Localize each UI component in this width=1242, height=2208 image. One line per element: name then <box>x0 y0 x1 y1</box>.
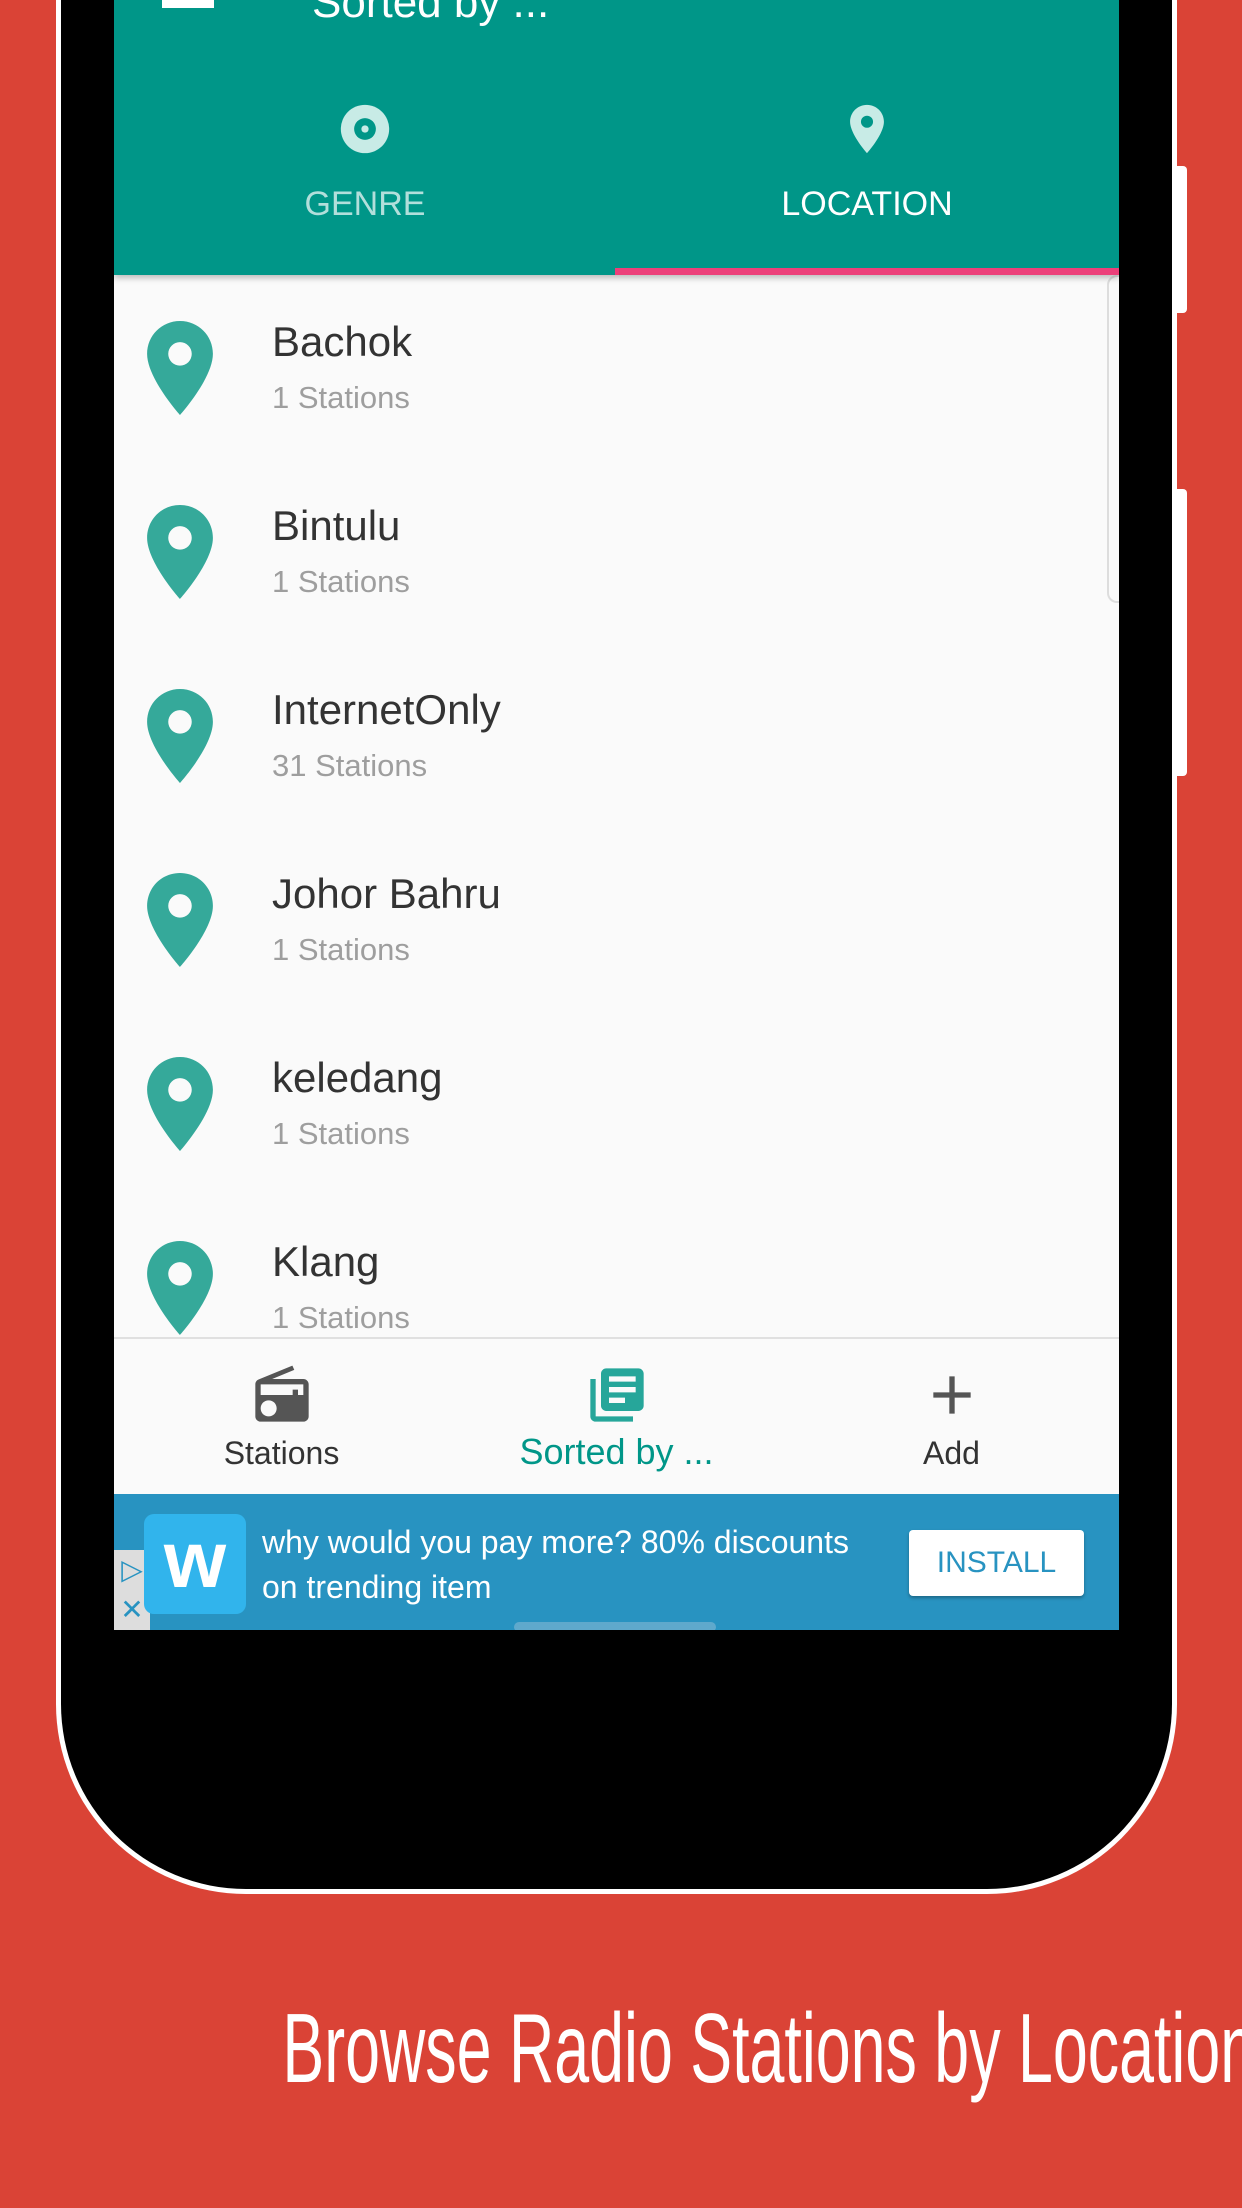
tab-genre[interactable]: GENRE <box>114 100 616 224</box>
bottom-navigation: Stations Sorted by ... Add <box>114 1337 1119 1494</box>
station-count: 1 Stations <box>272 932 410 967</box>
tab-indicator <box>615 268 1119 275</box>
list-item[interactable]: Bintulu 1 Stations <box>114 460 1119 644</box>
phone-side-button <box>1177 489 1187 776</box>
location-pin-icon <box>147 689 213 783</box>
nav-sorted-by[interactable]: Sorted by ... <box>449 1339 784 1496</box>
location-name: Klang <box>272 1238 380 1285</box>
location-name: InternetOnly <box>272 686 501 733</box>
location-name: keledang <box>272 1054 443 1101</box>
hamburger-icon[interactable] <box>162 0 214 8</box>
app-bar: Sorted by ... GENRE LOCATION <box>114 0 1119 275</box>
location-name: Bintulu <box>272 502 401 549</box>
station-count: 31 Stations <box>272 748 428 783</box>
location-pin-icon <box>147 321 213 415</box>
caption: Browse Radio Stations by Locations <box>282 1993 1242 2103</box>
ad-text: why would you pay more? 80% discounts on … <box>262 1524 849 1605</box>
install-button[interactable]: INSTALL <box>909 1530 1084 1596</box>
location-pin-icon <box>147 1057 213 1151</box>
list-item[interactable]: Johor Bahru 1 Stations <box>114 828 1119 1012</box>
list-item[interactable]: InternetOnly 31 Stations <box>114 644 1119 828</box>
location-pin-icon <box>850 104 884 154</box>
tab-location[interactable]: LOCATION <box>616 100 1118 224</box>
station-count: 1 Stations <box>272 1300 410 1335</box>
plus-icon <box>932 1376 971 1414</box>
radio-icon <box>254 1365 309 1422</box>
ad-logo: w <box>144 1514 246 1614</box>
location-name: Johor Bahru <box>272 870 501 917</box>
list-item[interactable]: keledang 1 Stations <box>114 1012 1119 1196</box>
phone-side-button <box>1177 166 1187 313</box>
list-item[interactable]: Bachok 1 Stations <box>114 276 1119 460</box>
ad-banner[interactable]: ▷ ✕ w why would you pay more? 80% discoun… <box>114 1494 1119 1630</box>
station-count: 1 Stations <box>272 380 410 415</box>
disc-icon <box>340 104 390 154</box>
station-count: 1 Stations <box>272 564 410 599</box>
station-count: 1 Stations <box>272 1116 410 1151</box>
library-books-icon <box>589 1368 644 1422</box>
scrollbar[interactable] <box>1107 275 1119 603</box>
app-screen: Sorted by ... GENRE LOCATION Bachok 1 Sta… <box>114 0 1119 1630</box>
location-pin-icon <box>147 1241 213 1335</box>
location-name: Bachok <box>272 318 413 365</box>
app-title: Sorted by ... <box>312 0 550 27</box>
nav-add[interactable]: Add <box>784 1339 1119 1496</box>
location-pin-icon <box>147 505 213 599</box>
location-pin-icon <box>147 873 213 967</box>
ad-handle <box>514 1622 716 1630</box>
nav-stations[interactable]: Stations <box>114 1339 449 1496</box>
